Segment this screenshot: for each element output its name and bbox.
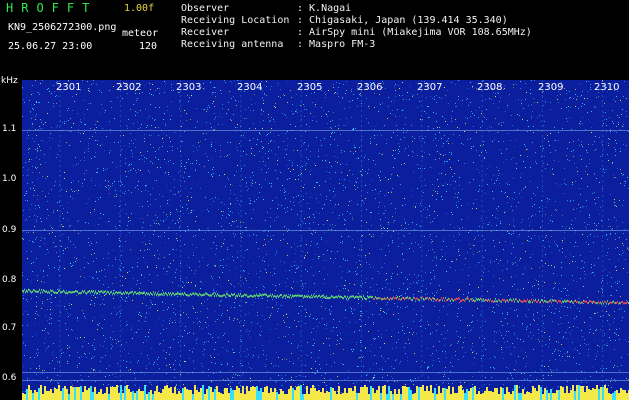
y-tick-label: 0.8 — [2, 275, 17, 285]
time-mark: 2308 — [477, 82, 503, 93]
bottom-band — [22, 385, 629, 400]
carrier-line — [22, 130, 629, 131]
antenna-label: Receiving antenna — [181, 39, 284, 50]
time-mark: 2303 — [176, 82, 202, 93]
time-mark: 2307 — [417, 82, 443, 93]
y-tick-label: 0.7 — [2, 323, 17, 333]
time-mark: 2309 — [538, 82, 564, 93]
signal-trace — [22, 288, 629, 305]
observer-value: : K.Nagai — [297, 3, 352, 14]
carrier-line — [22, 372, 629, 373]
app-brand: HROFFT — [6, 1, 98, 15]
receiver-label: Receiver — [181, 27, 230, 38]
antenna-value: : Maspro FM-3 — [297, 39, 376, 50]
file-name: KN9_2506272300.png — [8, 22, 117, 33]
time-mark: 2310 — [594, 82, 620, 93]
meteor-count: 120 — [139, 41, 158, 52]
time-mark: 2301 — [56, 82, 82, 93]
observer-label: Observer — [181, 3, 230, 14]
date-time: 25.06.27 23:00 — [8, 41, 93, 52]
time-mark: 2304 — [237, 82, 263, 93]
y-tick-label: 1.1 — [2, 124, 17, 134]
y-tick-label: 0.9 — [2, 225, 17, 235]
spectrogram-canvas — [22, 80, 629, 400]
y-tick-label: 1.0 — [2, 174, 17, 184]
y-axis — [0, 74, 22, 400]
receiver-value: : AirSpy mini (Miakejima VOR 108.65MHz) — [297, 27, 532, 38]
time-mark: 2306 — [357, 82, 383, 93]
app-version: 1.00f — [124, 3, 155, 14]
mode-label: meteor — [122, 28, 159, 39]
location-label: Receiving Location — [181, 15, 290, 26]
y-tick-label: 0.6 — [2, 373, 17, 383]
spectrogram-plot[interactable] — [22, 80, 629, 400]
time-mark: 2302 — [116, 82, 142, 93]
header-panel: HROFFT 1.00f KN9_2506272300.png meteor 2… — [0, 0, 629, 74]
y-axis-unit: kHz — [1, 76, 18, 86]
carrier-line — [22, 230, 629, 231]
carrier-line — [22, 380, 629, 381]
time-mark: 2305 — [297, 82, 323, 93]
location-value: : Chigasaki, Japan (139.414 35.340) — [297, 15, 508, 26]
noise-layer — [22, 80, 629, 400]
